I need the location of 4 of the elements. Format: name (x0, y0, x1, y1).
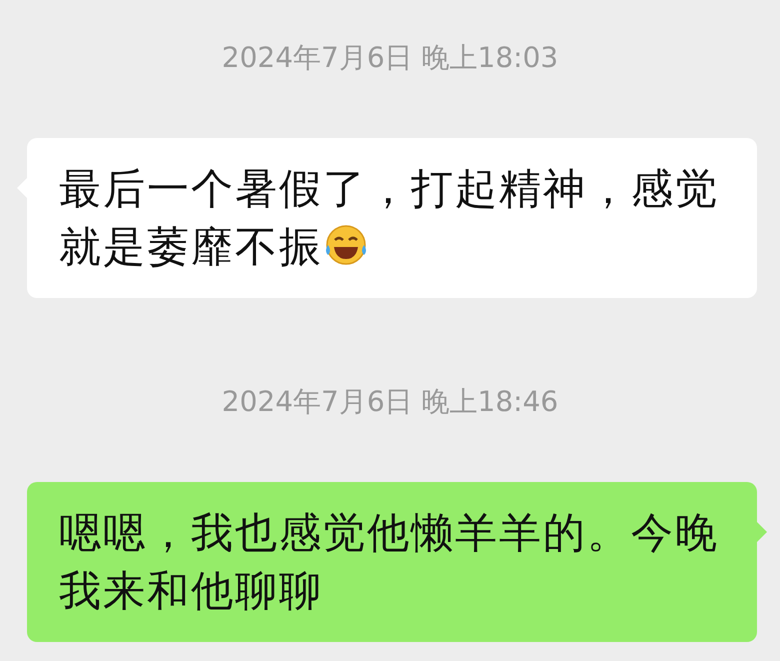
message-text: 嗯嗯，我也感觉他懒羊羊的。今晚我来和他聊聊 (59, 507, 720, 617)
timestamp: 2024年7月6日 晚上18:46 (222, 384, 558, 420)
timestamp: 2024年7月6日 晚上18:03 (222, 40, 558, 76)
message-text: 最后一个暑假了，打起精神，感觉就是萎靡不振 (59, 163, 720, 273)
